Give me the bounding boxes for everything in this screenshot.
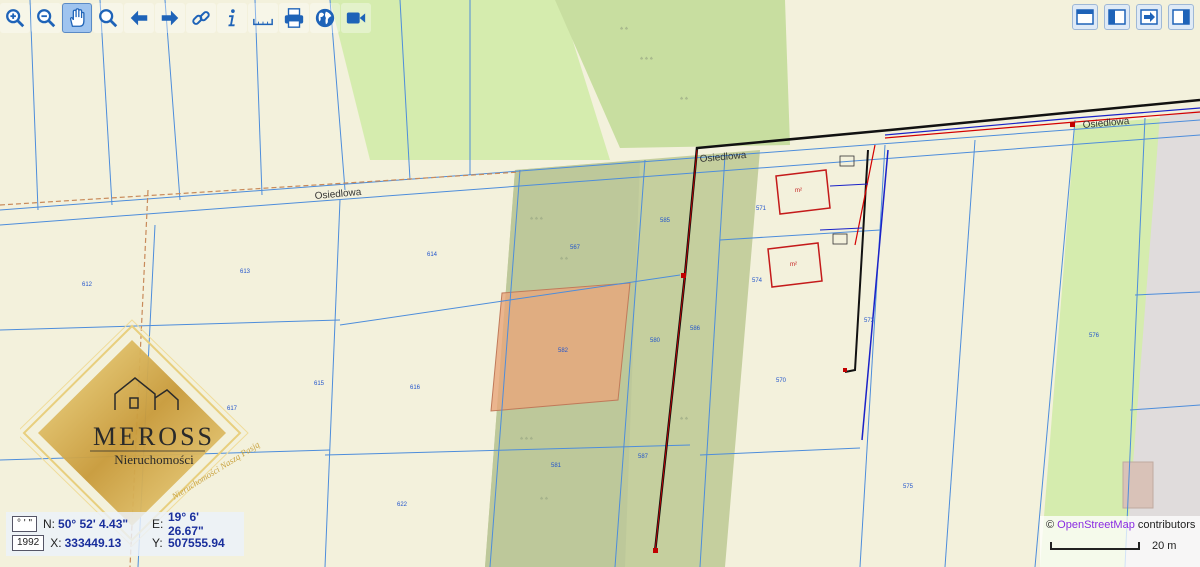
forward-button[interactable] bbox=[155, 3, 185, 33]
parcel-number: 567 bbox=[570, 245, 581, 251]
layout-full-button[interactable] bbox=[1072, 4, 1098, 30]
map-toolbar bbox=[0, 3, 371, 35]
measure-button[interactable] bbox=[248, 3, 278, 33]
print-button[interactable] bbox=[279, 3, 309, 33]
svg-text:♠ ♠: ♠ ♠ bbox=[680, 96, 689, 102]
parcel-number: 622 bbox=[397, 502, 408, 508]
parcel-number: 573 bbox=[864, 318, 875, 324]
parcel-number: 570 bbox=[776, 378, 787, 384]
logo-name: MEROSS bbox=[92, 422, 216, 451]
y-value: 507555.94 bbox=[168, 536, 225, 550]
parcel-number: 575 bbox=[903, 484, 914, 490]
svg-text:♠ ♠ ♠: ♠ ♠ ♠ bbox=[530, 216, 544, 222]
zoom-in-icon bbox=[6, 9, 25, 28]
globe-icon bbox=[315, 8, 335, 28]
link-button[interactable] bbox=[186, 3, 216, 33]
info-button[interactable] bbox=[217, 3, 247, 33]
parcel-number: 613 bbox=[240, 269, 251, 275]
zoom-out-icon bbox=[37, 9, 56, 28]
layout-toolbar bbox=[1072, 4, 1194, 30]
export-button[interactable] bbox=[1136, 4, 1162, 30]
building-label: m² bbox=[790, 262, 797, 268]
parcel-number: 615 bbox=[314, 381, 325, 387]
window-icon bbox=[1076, 9, 1094, 25]
building-label: m² bbox=[795, 188, 802, 194]
north-label: N: bbox=[43, 517, 56, 531]
export-icon bbox=[1140, 9, 1158, 25]
sidebar-icon bbox=[1172, 9, 1190, 25]
parcel-number: 580 bbox=[650, 338, 661, 344]
zoom-box-button[interactable] bbox=[93, 3, 123, 33]
parcel-number: 587 bbox=[638, 454, 649, 460]
pan-button[interactable] bbox=[62, 3, 92, 33]
magnifier-icon bbox=[99, 9, 118, 28]
scale-bar bbox=[1050, 542, 1140, 550]
zoom-in-button[interactable] bbox=[0, 3, 30, 33]
side-panel-button[interactable] bbox=[1168, 4, 1194, 30]
svg-text:♠ ♠: ♠ ♠ bbox=[680, 416, 689, 422]
x-label: X: bbox=[50, 536, 62, 550]
info-icon bbox=[228, 9, 235, 27]
back-button[interactable] bbox=[124, 3, 154, 33]
y-label: Y: bbox=[152, 536, 163, 550]
scale-label: 20 m bbox=[1152, 540, 1177, 552]
link-icon bbox=[192, 11, 210, 25]
east-value: 19° 6' 26.67" bbox=[168, 510, 204, 538]
parcel-number: 582 bbox=[558, 348, 569, 354]
parcel-number: 574 bbox=[752, 278, 763, 284]
parcel-number: 585 bbox=[660, 218, 671, 224]
layout-split-button[interactable] bbox=[1104, 4, 1130, 30]
zoom-out-button[interactable] bbox=[31, 3, 61, 33]
printer-icon bbox=[284, 8, 304, 28]
panel-icon bbox=[1108, 9, 1126, 25]
svg-text:♠ ♠: ♠ ♠ bbox=[620, 26, 629, 32]
attribution-suffix: contributors bbox=[1134, 519, 1196, 531]
parcel-number: 612 bbox=[82, 282, 93, 288]
parcel-number: 571 bbox=[756, 206, 767, 212]
parcel-number: 616 bbox=[410, 385, 421, 391]
parcel-number: 576 bbox=[1089, 333, 1100, 339]
svg-text:♠ ♠: ♠ ♠ bbox=[540, 496, 549, 502]
video-camera-icon bbox=[346, 12, 366, 24]
map-attribution: © OpenStreetMap contributors 20 m bbox=[1040, 516, 1200, 567]
globe-button[interactable] bbox=[310, 3, 340, 33]
video-button[interactable] bbox=[341, 3, 371, 33]
crs-select[interactable]: 1992 bbox=[12, 535, 45, 551]
osm-link[interactable]: OpenStreetMap bbox=[1057, 519, 1135, 531]
parcel-number: 581 bbox=[551, 463, 562, 469]
svg-text:♠ ♠: ♠ ♠ bbox=[560, 256, 569, 262]
coord-format-select[interactable]: ° ' " bbox=[12, 516, 38, 532]
svg-text:♠ ♠ ♠: ♠ ♠ ♠ bbox=[640, 56, 654, 62]
east-label: E: bbox=[152, 517, 164, 531]
parcel-number: 586 bbox=[690, 326, 701, 332]
arrow-left-icon bbox=[130, 10, 148, 26]
svg-text:♠ ♠ ♠: ♠ ♠ ♠ bbox=[520, 436, 534, 442]
x-value: 333449.13 bbox=[64, 536, 122, 550]
hand-icon bbox=[69, 8, 85, 27]
parcel-number: 614 bbox=[427, 252, 438, 258]
ruler-icon bbox=[253, 18, 273, 26]
coordinates-panel: ° ' " N: 50° 52' 4.43" E: 19° 6' 26.67" … bbox=[6, 510, 244, 556]
arrow-right-icon bbox=[161, 10, 179, 26]
north-value: 50° 52' 4.43" bbox=[58, 517, 129, 531]
highlighted-parcel bbox=[490, 282, 631, 412]
copyright-symbol: © bbox=[1046, 519, 1055, 531]
